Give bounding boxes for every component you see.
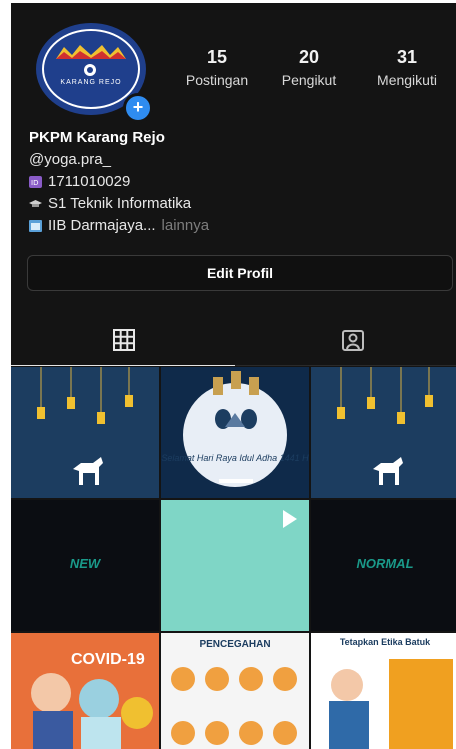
post-caption: Tetapkan Etika Batuk: [339, 637, 431, 647]
bio-id-text: 1711010029: [48, 173, 131, 190]
cough-etiquette-infographic: [329, 659, 453, 749]
bio-study-text: S1 Teknik Informatika: [48, 195, 192, 212]
avatar-logo-text: KARANG REJO: [60, 79, 122, 86]
crown-logo-icon: [56, 45, 126, 59]
profile-username: @yoga.pra_: [29, 151, 111, 168]
profile-name: PKPM Karang Rejo: [29, 129, 165, 146]
post-caption: COVID-19: [71, 651, 145, 668]
stat-followers-count: 20: [298, 47, 320, 67]
eid-moon-illustration: [183, 371, 287, 487]
stat-following[interactable]: 31 Mengikuti: [361, 47, 453, 88]
stat-followers-label: Pengikut: [281, 72, 337, 88]
active-tab-indicator: [11, 365, 235, 366]
id-badge-icon: ID: [29, 176, 42, 188]
svg-text:ID: ID: [31, 179, 38, 187]
post-tile[interactable]: COVID-19: [11, 633, 159, 749]
stat-following-label: Mengikuti: [377, 72, 437, 88]
bio-study-line: S1 Teknik Informatika: [29, 193, 209, 215]
stat-followers[interactable]: 20 Pengikut: [269, 47, 349, 88]
lantern-goat-illustration: [37, 367, 133, 485]
profile-tabs: [11, 319, 456, 366]
profile-screen: KARANG REJO + 15 Postingan 20 Pengikut 3…: [11, 3, 456, 749]
grid-icon[interactable]: [109, 325, 139, 355]
post-tile[interactable]: PENCEGAHAN: [161, 633, 309, 749]
tagged-icon[interactable]: [338, 325, 368, 355]
post-tile[interactable]: NORMAL: [311, 500, 456, 631]
post-caption: PENCEGAHAN: [199, 639, 271, 650]
stat-following-count: 31: [396, 47, 418, 67]
stat-posts[interactable]: 15 Postingan: [173, 47, 261, 88]
post-caption: NEW: [69, 556, 101, 571]
prevention-infographic: [171, 667, 297, 745]
profile-bio: PKPM Karang Rejo @yoga.pra_ ID 171101002…: [29, 127, 209, 237]
lantern-goat-illustration: [337, 367, 433, 485]
school-building-icon: [29, 220, 42, 232]
bio-more-link[interactable]: lainnya: [162, 215, 210, 237]
stat-posts-count: 15: [206, 47, 228, 67]
bio-campus-line[interactable]: IIB Darmajaya... lainnya: [29, 215, 209, 237]
post-tile[interactable]: Selamat Hari Raya Idul Adha 1441 H: [161, 367, 309, 498]
post-tile[interactable]: Tetapkan Etika Batuk: [311, 633, 456, 749]
add-story-button[interactable]: +: [123, 93, 153, 123]
stat-posts-label: Postingan: [185, 72, 249, 88]
video-play-icon: [283, 510, 297, 528]
greeting-text: Selamat Hari Raya Idul Adha 1441 H: [161, 453, 309, 463]
post-caption: NORMAL: [356, 556, 414, 571]
post-tile[interactable]: [311, 367, 456, 498]
edit-profile-button[interactable]: Edit Profil: [27, 255, 453, 291]
graduation-cap-icon: [29, 200, 42, 207]
bio-campus-text: IIB Darmajaya...: [48, 217, 156, 234]
post-tile[interactable]: [11, 367, 159, 498]
emblem-icon: [84, 64, 96, 76]
bio-id-line: ID 1711010029: [29, 171, 209, 193]
post-tile[interactable]: [161, 500, 309, 631]
post-tile[interactable]: NEW: [11, 500, 159, 631]
